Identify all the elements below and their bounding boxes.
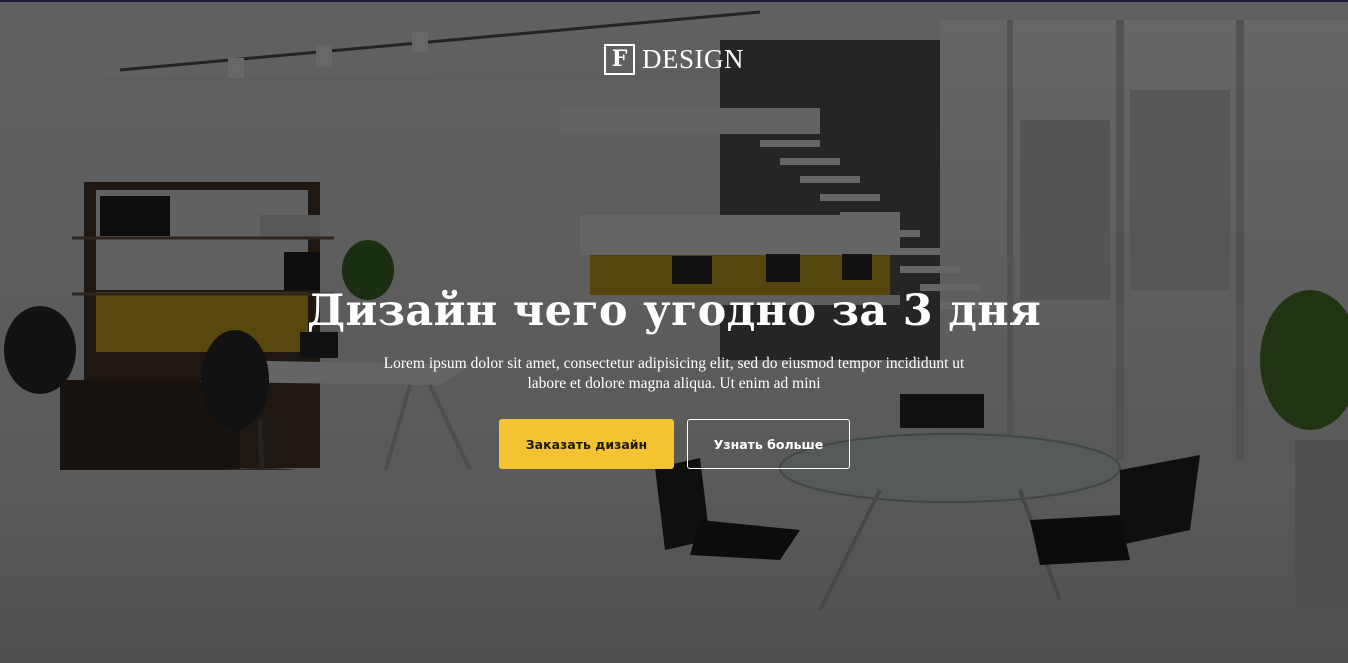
learn-more-button[interactable]: Узнать больше [687,419,850,469]
logo-letter-box: F [604,43,635,75]
hero-subtitle: Lorem ipsum dolor sit amet, consectetur … [383,355,965,392]
hero-section: F DESIGN Дизайн чего угодно за 3 дня Lor… [0,0,1348,663]
order-design-button[interactable]: Заказать дизайн [499,419,674,469]
brand-logo[interactable]: F DESIGN [604,41,744,77]
hero-title: Дизайн чего угодно за 3 дня [306,286,1042,336]
logo-text: DESIGN [642,43,744,74]
top-border [0,0,1348,2]
